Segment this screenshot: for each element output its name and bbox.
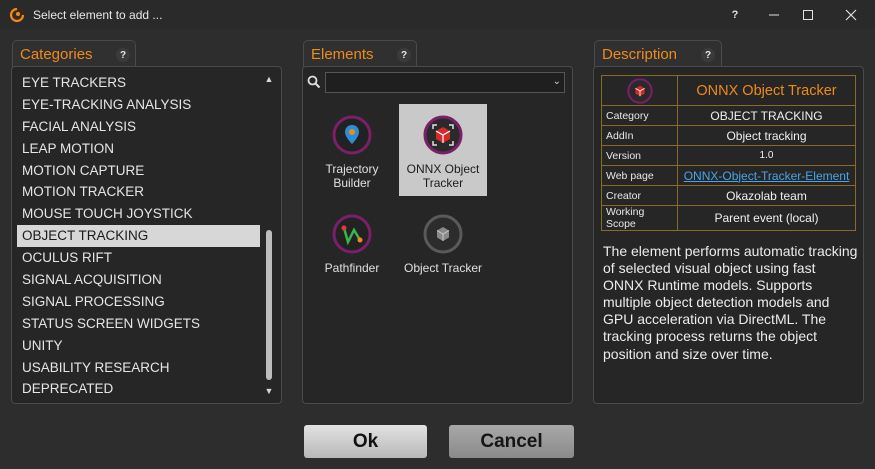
window-title: Select element to add ...	[33, 8, 163, 22]
categories-tab: Categories ?	[12, 40, 136, 67]
category-item[interactable]: STATUS SCREEN WIDGETS	[17, 313, 260, 335]
category-item[interactable]: MOTION TRACKER	[17, 181, 260, 203]
pathfinder-icon	[332, 214, 372, 254]
element-description-text: The element performs automatic tracking …	[603, 243, 858, 362]
categories-help-icon[interactable]: ?	[116, 48, 130, 62]
info-creator-value: Okazolab team	[677, 185, 856, 206]
category-item[interactable]: DEPRECATED	[17, 378, 260, 400]
element-label: ONNX Object Tracker	[406, 162, 480, 190]
help-button[interactable]: ?	[718, 0, 752, 30]
scroll-thumb[interactable]	[266, 230, 272, 380]
info-key: AddIn	[601, 125, 678, 146]
element-label: Object Tracker	[403, 261, 483, 275]
info-key: Version	[601, 145, 678, 166]
categories-scrollbar[interactable]: ▲ ▼	[262, 72, 276, 398]
close-icon	[845, 9, 857, 21]
ok-button[interactable]: Ok	[304, 425, 427, 458]
element-info-table: ONNX Object Tracker Category OBJECT TRAC…	[601, 75, 856, 231]
info-key: Web page	[601, 165, 678, 186]
search-input[interactable]: ⌄	[325, 72, 565, 93]
info-version-value: 1.0	[677, 145, 856, 166]
scroll-down-icon[interactable]: ▼	[262, 384, 276, 398]
search-icon	[307, 75, 321, 89]
select-element-dialog: Select element to add ... ? Categories ?…	[0, 0, 875, 469]
chevron-down-icon[interactable]: ⌄	[553, 76, 561, 87]
category-item[interactable]: SIGNAL ACQUISITION	[17, 269, 260, 291]
elements-tab: Elements ?	[303, 40, 417, 67]
element-info-icon-cell	[601, 75, 678, 106]
maximize-icon	[803, 10, 813, 20]
help-icon: ?	[731, 9, 739, 21]
info-key: Category	[601, 105, 678, 126]
category-item[interactable]: EYE TRACKERS	[17, 72, 260, 94]
categories-title: Categories	[20, 45, 93, 63]
category-item[interactable]: MOUSE TOUCH JOYSTICK	[17, 203, 260, 225]
description-tab: Description ?	[594, 40, 722, 67]
category-item-selected[interactable]: OBJECT TRACKING	[17, 225, 260, 248]
element-label: Pathfinder	[324, 261, 380, 275]
onnx-object-tracker-icon	[423, 115, 463, 155]
title-bar: Select element to add ... ?	[0, 0, 875, 30]
maximize-button[interactable]	[791, 0, 825, 30]
scroll-up-icon[interactable]: ▲	[262, 72, 276, 86]
onnx-object-tracker-icon	[626, 77, 653, 104]
info-key: Creator	[601, 185, 678, 206]
app-logo-icon	[9, 7, 25, 23]
info-category-value: OBJECT TRACKING	[677, 105, 856, 126]
object-tracker-icon	[423, 214, 463, 254]
categories-list: EYE TRACKERS EYE-TRACKING ANALYSIS FACIA…	[17, 72, 260, 400]
category-item[interactable]: FACIAL ANALYSIS	[17, 116, 260, 138]
element-tile-onnx-object-tracker[interactable]: ONNX Object Tracker	[399, 104, 487, 196]
minimize-button[interactable]	[757, 0, 791, 30]
element-label: Trajectory Builder	[325, 162, 379, 190]
category-item[interactable]: USABILITY RESEARCH	[17, 357, 260, 379]
trajectory-builder-icon	[332, 115, 372, 155]
elements-help-icon[interactable]: ?	[397, 48, 411, 62]
category-item[interactable]: EYE-TRACKING ANALYSIS	[17, 94, 260, 116]
elements-title: Elements	[311, 45, 374, 63]
element-tile-trajectory-builder[interactable]: Trajectory Builder	[308, 104, 396, 196]
info-addin-value: Object tracking	[677, 125, 856, 146]
category-item[interactable]: OCULUS RIFT	[17, 247, 260, 269]
cancel-button[interactable]: Cancel	[449, 425, 574, 458]
minimize-icon	[769, 14, 779, 16]
description-title: Description	[602, 45, 678, 63]
web-page-link[interactable]: ONNX-Object-Tracker-Element	[677, 165, 856, 186]
element-name: ONNX Object Tracker	[677, 75, 856, 106]
description-help-icon[interactable]: ?	[701, 48, 715, 62]
category-item[interactable]: MOTION CAPTURE	[17, 160, 260, 182]
close-button[interactable]	[834, 0, 868, 30]
category-item[interactable]: LEAP MOTION	[17, 138, 260, 160]
element-tile-pathfinder[interactable]: Pathfinder	[308, 203, 396, 295]
element-tile-object-tracker[interactable]: Object Tracker	[399, 203, 487, 295]
category-item[interactable]: UNITY	[17, 335, 260, 357]
info-scope-value: Parent event (local)	[677, 205, 856, 231]
category-item[interactable]: SIGNAL PROCESSING	[17, 291, 260, 313]
info-key: Working Scope	[601, 205, 678, 231]
